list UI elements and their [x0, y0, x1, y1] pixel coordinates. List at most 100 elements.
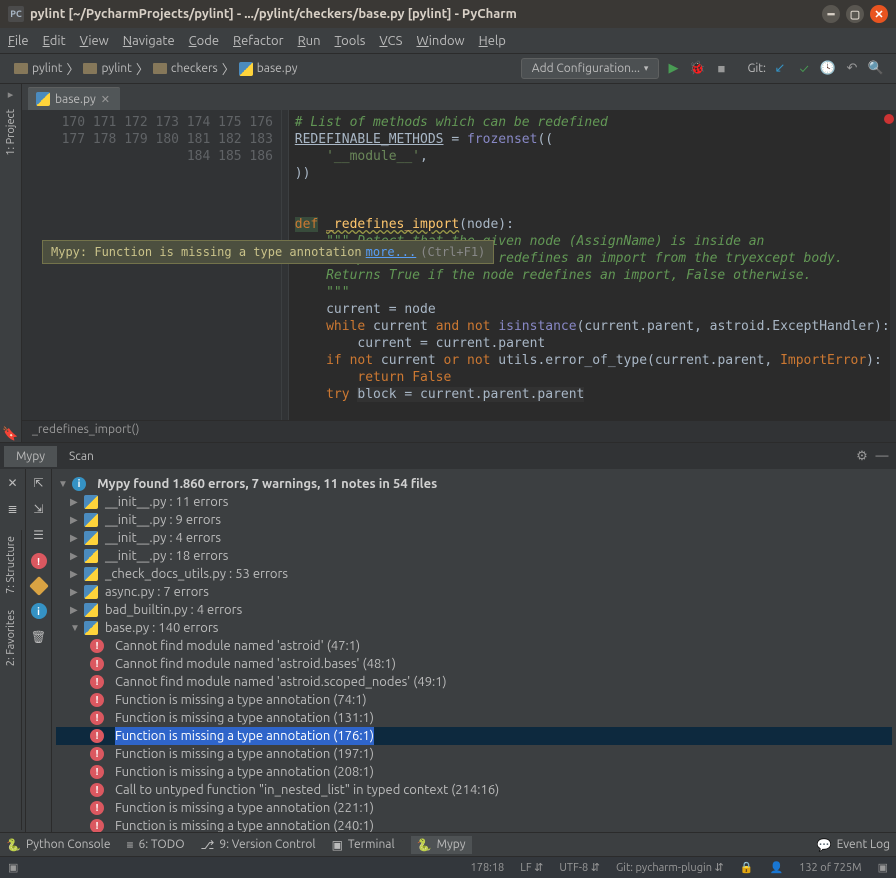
- window-title: pylint [~/PycharmProjects/pylint] - .../…: [30, 7, 517, 21]
- menu-vcs[interactable]: VCS: [379, 34, 402, 48]
- fold-gutter[interactable]: [282, 110, 289, 420]
- menu-edit[interactable]: Edit: [43, 34, 66, 48]
- encoding[interactable]: UTF-8 ⇵: [559, 861, 600, 874]
- menu-refactor[interactable]: Refactor: [233, 34, 284, 48]
- lock-icon[interactable]: 🔒: [740, 861, 754, 874]
- debug-icon[interactable]: 🐞: [687, 59, 707, 79]
- editor-tab-label: base.py: [55, 93, 96, 106]
- ide-errors-icon[interactable]: ▣: [878, 861, 888, 874]
- close-icon[interactable]: ✕: [5, 475, 21, 491]
- event-log[interactable]: 💬Event Log: [817, 838, 890, 852]
- maximize-button[interactable]: ▢: [846, 5, 864, 23]
- file-__init__.py[interactable]: ▶ __init__.py : 9 errors: [56, 511, 892, 529]
- error-row-2[interactable]: ! Cannot find module named 'astroid.scop…: [56, 673, 892, 691]
- mypy-summary[interactable]: ▼i Mypy found 1.860 errors, 7 warnings, …: [56, 475, 892, 493]
- settings-icon[interactable]: ⚙: [852, 446, 872, 466]
- breadcrumb-base.py[interactable]: base.py: [235, 60, 302, 78]
- editor-tab-base[interactable]: base.py ✕: [28, 87, 120, 110]
- close-button[interactable]: ✕: [870, 5, 888, 23]
- memory-indicator[interactable]: 132 of 725M: [799, 862, 861, 874]
- code-area[interactable]: # List of methods which can be redefined…: [289, 110, 890, 420]
- breadcrumb-pylint[interactable]: pylint: [10, 60, 66, 77]
- editor-breadcrumb[interactable]: _redefines_import(): [22, 420, 896, 442]
- error-row-10[interactable]: ! Function is missing a type annotation …: [56, 817, 892, 832]
- file-bad_builtin.py[interactable]: ▶ bad_builtin.py : 4 errors: [56, 601, 892, 619]
- file-__init__.py[interactable]: ▶ __init__.py : 4 errors: [56, 529, 892, 547]
- run-config-button[interactable]: Add Configuration...▾: [521, 58, 660, 79]
- folder-icon: [153, 63, 167, 74]
- file-__init__.py[interactable]: ▶ __init__.py : 11 errors: [56, 493, 892, 511]
- file-base-expanded[interactable]: ▼ base.py : 140 errors: [56, 619, 892, 637]
- caret-position[interactable]: 178:18: [471, 862, 505, 874]
- code-editor[interactable]: 170 171 172 173 174 175 176 177 178 179 …: [22, 110, 896, 420]
- error-row-0[interactable]: ! Cannot find module named 'astroid' (47…: [56, 637, 892, 655]
- error-row-5[interactable]: ! Function is missing a type annotation …: [56, 727, 892, 745]
- errors-filter-icon[interactable]: !: [31, 553, 47, 569]
- menu-help[interactable]: Help: [479, 34, 506, 48]
- bottom-tool-terminal[interactable]: ▣Terminal: [332, 838, 395, 852]
- file-async.py[interactable]: ▶ async.py : 7 errors: [56, 583, 892, 601]
- inspector-icon[interactable]: 👤: [769, 861, 783, 874]
- breadcrumb-pylint[interactable]: pylint: [79, 60, 135, 77]
- run-icon[interactable]: ▶: [663, 59, 683, 79]
- file-__init__.py[interactable]: ▶ __init__.py : 18 errors: [56, 547, 892, 565]
- mypy-severity-toolbar: ⇱ ⇲ ☰ ! i 🗑: [26, 469, 52, 832]
- menu-file[interactable]: File: [8, 34, 29, 48]
- stop-icon[interactable]: ■: [711, 59, 731, 79]
- filter1-icon[interactable]: ≣: [5, 501, 21, 517]
- search-icon[interactable]: 🔍: [866, 59, 886, 79]
- tooltip-more-link[interactable]: more...: [366, 245, 417, 259]
- vcs-commit-icon[interactable]: ✓: [794, 59, 814, 79]
- info-filter-icon[interactable]: i: [31, 603, 47, 619]
- bottom-tool-pythonconsole[interactable]: 🐍Python Console: [6, 838, 110, 852]
- error-row-8[interactable]: ! Call to untyped function "in_nested_li…: [56, 781, 892, 799]
- breadcrumb-checkers[interactable]: checkers: [149, 60, 222, 77]
- collapse-icon[interactable]: ⇲: [31, 501, 47, 517]
- menubar: File Edit View Navigate Code Refactor Run Tools…: [0, 28, 896, 54]
- error-stripe[interactable]: [890, 110, 896, 420]
- bottom-tool-todo[interactable]: ≡6: TODO: [126, 838, 184, 852]
- statusbar-corner-icon[interactable]: ▣: [8, 861, 18, 874]
- error-row-4[interactable]: ! Function is missing a type annotation …: [56, 709, 892, 727]
- hide-icon[interactable]: —: [872, 446, 892, 466]
- tool-tab-mypy[interactable]: Mypy: [4, 446, 57, 467]
- python-file-icon: [36, 92, 50, 106]
- menu-code[interactable]: Code: [189, 34, 219, 48]
- error-row-7[interactable]: ! Function is missing a type annotation …: [56, 763, 892, 781]
- error-row-9[interactable]: ! Function is missing a type annotation …: [56, 799, 892, 817]
- warnings-filter-icon[interactable]: [29, 576, 49, 596]
- mypy-results-tree[interactable]: ▼i Mypy found 1.860 errors, 7 warnings, …: [52, 469, 896, 832]
- left-tool-stripe-bottom: 7: Structure 2: Favorites: [0, 530, 22, 830]
- tool-tab-scan[interactable]: Scan: [57, 446, 106, 467]
- menu-window[interactable]: Window: [416, 34, 464, 48]
- bottom-tool-mypy[interactable]: 🐍Mypy: [411, 836, 472, 854]
- error-row-3[interactable]: ! Function is missing a type annotation …: [56, 691, 892, 709]
- expand-icon[interactable]: ⇱: [31, 475, 47, 491]
- git-label: Git:: [747, 62, 766, 75]
- error-row-1[interactable]: ! Cannot find module named 'astroid.base…: [56, 655, 892, 673]
- line-separator[interactable]: LF ⇵: [520, 861, 543, 874]
- project-collapse-icon[interactable]: ▸: [8, 88, 14, 101]
- minimize-button[interactable]: ━: [822, 5, 840, 23]
- tooltip-shortcut: (Ctrl+F1): [420, 245, 485, 259]
- file-_check_docs_utils.py[interactable]: ▶ _check_docs_utils.py : 53 errors: [56, 565, 892, 583]
- menu-tools[interactable]: Tools: [335, 34, 366, 48]
- menu-navigate[interactable]: Navigate: [123, 34, 175, 48]
- vcs-revert-icon[interactable]: ↶: [842, 59, 862, 79]
- titlebar: PC pylint [~/PycharmProjects/pylint] - .…: [0, 0, 896, 28]
- git-branch[interactable]: Git: pycharm-plugin ⇵: [616, 861, 724, 874]
- menu-view[interactable]: View: [80, 34, 109, 48]
- sidebar-tab-favorites[interactable]: 2: Favorites: [3, 604, 19, 672]
- vcs-update-icon[interactable]: ↙: [770, 59, 790, 79]
- toggle1-icon[interactable]: ☰: [31, 527, 47, 543]
- sidebar-tab-project[interactable]: 1: Project: [3, 103, 19, 162]
- menu-run[interactable]: Run: [298, 34, 321, 48]
- bottom-tool-versioncontrol[interactable]: ⎇9: Version Control: [201, 838, 316, 852]
- error-row-6[interactable]: ! Function is missing a type annotation …: [56, 745, 892, 763]
- trash-icon[interactable]: 🗑: [31, 629, 47, 645]
- sidebar-tab-structure[interactable]: 7: Structure: [3, 530, 19, 600]
- pyfile-icon: [239, 62, 253, 76]
- vcs-history-icon[interactable]: 🕓: [818, 59, 838, 79]
- bookmarks-icon[interactable]: 🔖: [2, 427, 18, 442]
- close-tab-icon[interactable]: ✕: [101, 93, 110, 106]
